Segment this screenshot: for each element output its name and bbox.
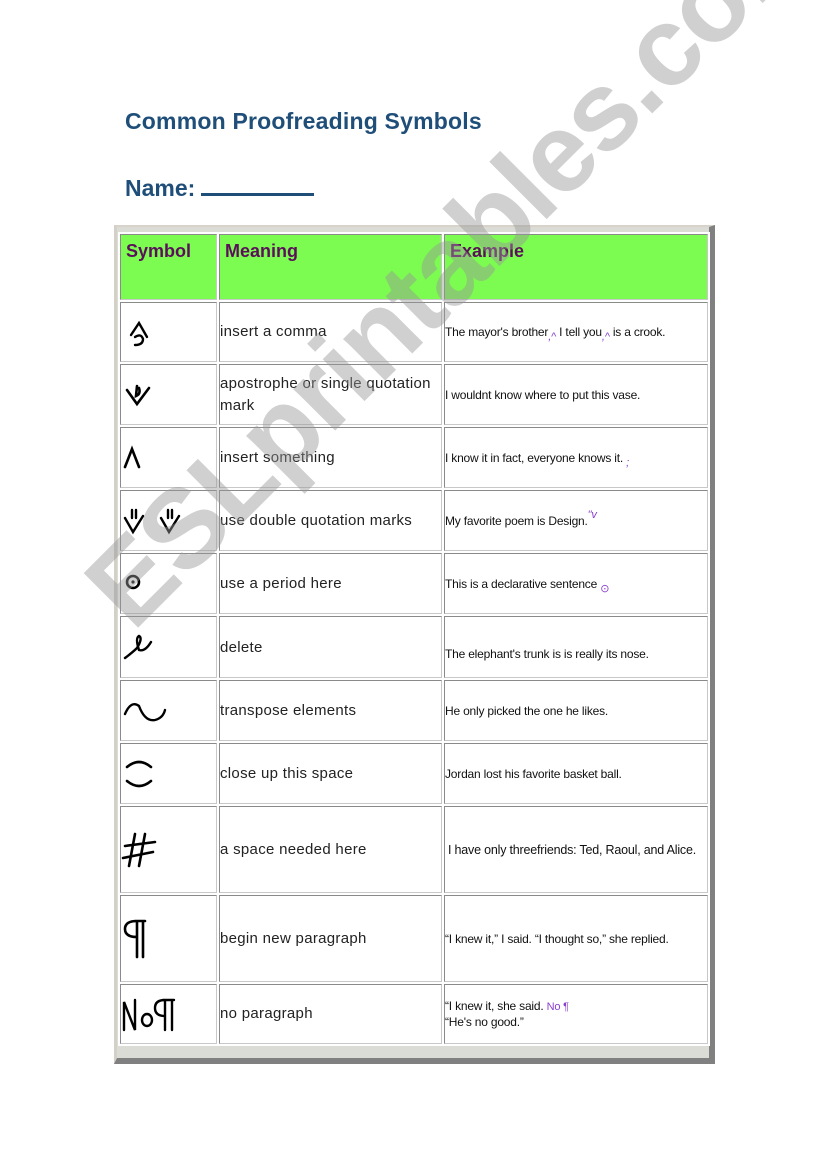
symbol-cell <box>120 680 217 741</box>
example-text: “I knew it, she said. <box>445 998 544 1013</box>
table-header-row: Symbol Meaning Example <box>120 234 708 300</box>
name-field: Name: <box>125 171 315 202</box>
table-row: close up this space Jordan lost his favo… <box>120 743 708 804</box>
table-row: insert something I know it in fact, ever… <box>120 427 708 488</box>
example-cell: I wouldnt know where to put this vase. <box>444 364 708 425</box>
example-text: This is a declarative sentence <box>445 576 598 591</box>
example-cell: “I knew it,” I said. “I thought so,” she… <box>444 895 708 982</box>
table-row: begin new paragraph “I knew it,” I said.… <box>120 895 708 982</box>
example-text: is a crook. <box>609 325 666 339</box>
name-label: Name: <box>125 175 196 201</box>
meaning-cell: insert a comma <box>219 302 442 362</box>
symbol-cell <box>120 553 217 614</box>
period-circle-icon <box>121 567 216 601</box>
comma-mark-icon: ,^ <box>548 331 557 343</box>
no-paragraph-icon <box>121 994 216 1034</box>
example-cell: The mayor's brother,^ I tell you,^ is a … <box>444 302 708 362</box>
caret-insert-icon <box>121 441 216 475</box>
meaning-cell: use double quotation marks <box>219 490 442 551</box>
symbol-cell <box>120 302 217 362</box>
example-text: I have only threefriends: Ted, Raoul, an… <box>448 842 696 857</box>
table-row: delete The elephant's trunk is is really… <box>120 616 708 678</box>
table-row: insert a comma The mayor's brother,^ I t… <box>120 302 708 362</box>
example-cell: He only picked the one he likes. <box>444 680 708 741</box>
header-example: Example <box>444 234 708 300</box>
example-text: I know it in fact, everyone knows it. <box>445 450 624 465</box>
table-row: use double quotation marks My favorite p… <box>120 490 708 551</box>
meaning-cell: begin new paragraph <box>219 895 442 982</box>
example-text: He only picked the one he likes. <box>445 703 609 718</box>
no-paragraph-mark-icon: No ¶ <box>546 1000 569 1013</box>
comma-mark-icon: ,^ <box>601 331 610 343</box>
example-cell: This is a declarative sentence ⊙ <box>444 553 708 614</box>
header-symbol: Symbol <box>120 234 217 300</box>
meaning-cell: no paragraph <box>219 984 442 1044</box>
symbol-cell <box>120 895 217 982</box>
example-cell: Jordan lost his favorite basket ball. <box>444 743 708 804</box>
meaning-cell: use a period here <box>219 553 442 614</box>
meaning-cell: apostrophe or single quotation mark <box>219 364 442 425</box>
example-text: The mayor's brother <box>445 325 549 339</box>
symbol-cell <box>120 806 217 893</box>
close-space-icon <box>121 757 216 791</box>
period-mark-icon: ⊙ <box>600 582 610 595</box>
example-cell: My favorite poem is Design."v <box>444 490 708 551</box>
delete-icon <box>121 630 216 664</box>
table-row: no paragraph “I knew it, she said. No ¶ … <box>120 984 708 1044</box>
symbol-cell <box>120 616 217 678</box>
example-text: “I knew it,” I said. “I thought so,” she… <box>445 931 669 946</box>
meaning-cell: a space needed here <box>219 806 442 893</box>
example-text: “He's no good.” <box>445 1014 524 1029</box>
table-row: transpose elements He only picked the on… <box>120 680 708 741</box>
space-hash-icon <box>121 828 216 872</box>
meaning-cell: delete <box>219 616 442 678</box>
comma-insert-icon <box>121 315 216 349</box>
example-text: Jordan lost his favorite basket ball. <box>445 766 622 781</box>
example-text: The elephant's trunk is is really its no… <box>445 647 649 661</box>
table-row: a space needed here I have only threefri… <box>120 806 708 893</box>
meaning-cell: insert something <box>219 427 442 488</box>
table-row: use a period here This is a declarative … <box>120 553 708 614</box>
proofreading-symbols-table: Symbol Meaning Example insert a comma Th… <box>118 232 710 1046</box>
header-meaning: Meaning <box>219 234 442 300</box>
symbol-cell <box>120 743 217 804</box>
semicolon-mark-icon: ; <box>626 456 630 469</box>
meaning-cell: transpose elements <box>219 680 442 741</box>
symbol-cell <box>120 490 217 551</box>
example-text: I wouldnt know where to put this vase. <box>445 387 641 402</box>
name-blank-line[interactable] <box>201 171 315 196</box>
apostrophe-icon <box>121 378 216 412</box>
symbol-cell <box>120 364 217 425</box>
example-cell: The elephant's trunk is is really its no… <box>444 616 708 678</box>
paragraph-icon <box>121 917 216 961</box>
symbol-cell <box>120 427 217 488</box>
example-cell: I know it in fact, everyone knows it. ; <box>444 427 708 488</box>
example-cell: I have only threefriends: Ted, Raoul, an… <box>444 806 708 893</box>
table-row: apostrophe or single quotation mark I wo… <box>120 364 708 425</box>
double-quote-icon <box>121 504 216 538</box>
quote-mark-icon: "v <box>587 508 597 521</box>
meaning-cell: close up this space <box>219 743 442 804</box>
example-cell: “I knew it, she said. No ¶ “He's no good… <box>444 984 708 1044</box>
example-text: My favorite poem is Design. <box>445 513 588 528</box>
transpose-icon <box>121 694 216 728</box>
page-title: Common Proofreading Symbols <box>125 108 482 134</box>
example-text: I tell you <box>556 325 602 339</box>
symbol-cell <box>120 984 217 1044</box>
